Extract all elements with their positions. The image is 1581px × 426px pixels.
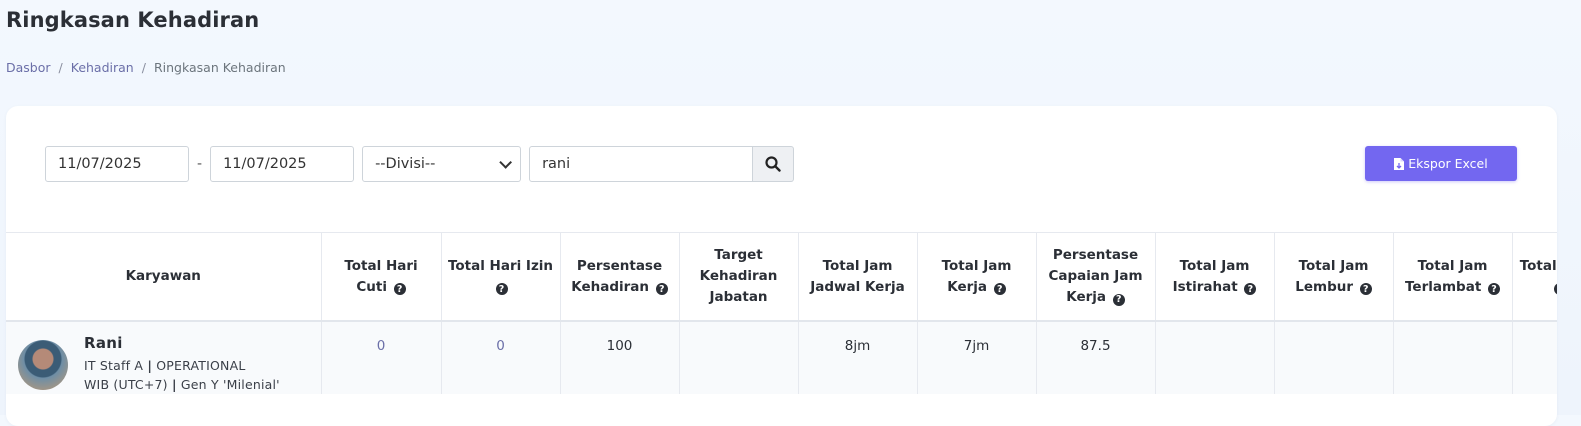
filter-bar: - --Divisi--: [45, 146, 795, 182]
column-header: Total Jam Jadwal Kerja: [797, 232, 918, 322]
help-circle-icon[interactable]: ?: [655, 283, 668, 295]
help-circle-icon[interactable]: ?: [993, 283, 1006, 295]
date-to-input[interactable]: [210, 146, 355, 182]
column-header-label: Total Jam Terlambat: [1405, 257, 1488, 295]
column-header: Total Jam Kerja ?: [916, 232, 1037, 322]
column-header-label: Total Jam Jadwal Kerja: [810, 257, 905, 295]
breadcrumb-separator: /: [141, 60, 146, 75]
help-circle-icon[interactable]: ?: [1554, 283, 1557, 295]
column-header: Total Terla ?: [1511, 232, 1557, 322]
column-header-label: Total Hari Izin: [447, 257, 554, 274]
breadcrumb-separator: /: [58, 60, 63, 75]
column-header-label: Total Jam Lembur: [1295, 257, 1369, 295]
export-excel-button[interactable]: Ekspor Excel: [1365, 146, 1517, 181]
employee-position-line: IT Staff A | OPERATIONAL: [84, 358, 246, 373]
column-header-label: Total Terla: [1519, 257, 1557, 274]
help-circle-icon[interactable]: ?: [1244, 283, 1257, 295]
column-header-label: Total Hari Cuti: [344, 257, 418, 295]
table-cell: 7jm: [917, 321, 1037, 394]
column-header: Persentase Capaian Jam Kerja ?: [1035, 232, 1156, 322]
file-export-icon: [1394, 157, 1405, 170]
table-cell: 8jm: [798, 321, 918, 394]
column-header: Karyawan: [6, 232, 322, 322]
date-range-separator: -: [197, 156, 203, 172]
table-cell: [679, 321, 799, 394]
breadcrumb-current: Ringkasan Kehadiran: [153, 60, 286, 75]
table-cell[interactable]: 0: [441, 321, 561, 394]
column-header: Total Jam Terlambat ?: [1392, 232, 1513, 322]
search-input[interactable]: [529, 146, 754, 182]
table-cell: [1155, 321, 1275, 394]
chevron-down-icon: [499, 155, 513, 169]
avatar: [18, 340, 68, 390]
help-circle-icon[interactable]: ?: [495, 283, 508, 295]
help-circle-icon[interactable]: ?: [393, 283, 406, 295]
division-select-value: --Divisi--: [375, 156, 436, 172]
search-button[interactable]: [753, 146, 795, 182]
table-header-row: Karyawan Total Hari Cuti ? Total Hari Izin…: [6, 232, 1557, 322]
table-cell[interactable]: 0: [321, 321, 442, 394]
table-cell: [1393, 321, 1513, 394]
help-circle-icon[interactable]: ?: [1359, 283, 1372, 295]
help-circle-icon[interactable]: ?: [1487, 283, 1500, 295]
column-header: Total Jam Lembur ?: [1273, 232, 1394, 322]
employee-generation: Gen Y 'Milenial': [180, 377, 280, 392]
search-group: [529, 146, 795, 182]
column-header-label: Total Jam Istirahat: [1172, 257, 1250, 295]
table-cell: 100: [560, 321, 680, 394]
column-header-label: Karyawan: [125, 268, 201, 284]
table-cell: [1512, 321, 1557, 394]
employee-details: Rani IT Staff A | OPERATIONAL WIB (UTC+7) …: [84, 334, 280, 394]
export-excel-label: Ekspor Excel: [1408, 156, 1488, 171]
employee-cell: Rani IT Staff A | OPERATIONAL WIB (UTC+7) …: [6, 321, 322, 394]
breadcrumb-dasbor[interactable]: Dasbor: [6, 60, 51, 75]
attendance-summary-card: - --Divisi-- Ekspor Excel: [6, 106, 1557, 426]
page-title: Ringkasan Kehadiran: [6, 8, 260, 32]
employee-timezone-line: WIB (UTC+7) | Gen Y 'Milenial': [84, 377, 280, 392]
column-header-label: Target Kehadiran Jabatan: [699, 247, 778, 305]
date-from-input[interactable]: [45, 146, 189, 182]
table-cell: 87.5: [1036, 321, 1156, 394]
help-circle-icon[interactable]: ?: [1112, 293, 1125, 306]
employee-info: Rani IT Staff A | OPERATIONAL WIB (UTC+7) …: [18, 334, 321, 394]
employee-division: OPERATIONAL: [156, 358, 246, 373]
attendance-table-wrapper[interactable]: Karyawan Total Hari Cuti ? Total Hari Izin…: [6, 232, 1557, 426]
attendance-table: Karyawan Total Hari Cuti ? Total Hari Izin…: [6, 232, 1557, 394]
search-icon: [765, 156, 781, 172]
column-header: Persentase Kehadiran ?: [559, 232, 680, 322]
table-row[interactable]: Rani IT Staff A | OPERATIONAL WIB (UTC+7) …: [6, 321, 1557, 394]
column-header-label: Persentase Kehadiran: [571, 257, 663, 295]
column-header: Target Kehadiran Jabatan: [678, 232, 799, 322]
column-header: Total Jam Istirahat ?: [1154, 232, 1275, 322]
breadcrumb-kehadiran[interactable]: Kehadiran: [71, 60, 134, 75]
column-header: Total Hari Izin ?: [440, 232, 561, 322]
column-header: Total Hari Cuti ?: [320, 232, 442, 322]
table-cell: [1274, 321, 1394, 394]
employee-position: IT Staff A: [84, 358, 144, 373]
employee-timezone: WIB (UTC+7): [84, 377, 168, 392]
column-header-label: Persentase Capaian Jam Kerja: [1048, 247, 1143, 305]
division-select[interactable]: --Divisi--: [362, 146, 522, 182]
breadcrumb: Dasbor / Kehadiran / Ringkasan Kehadiran: [6, 60, 286, 75]
employee-name[interactable]: Rani: [84, 334, 280, 352]
